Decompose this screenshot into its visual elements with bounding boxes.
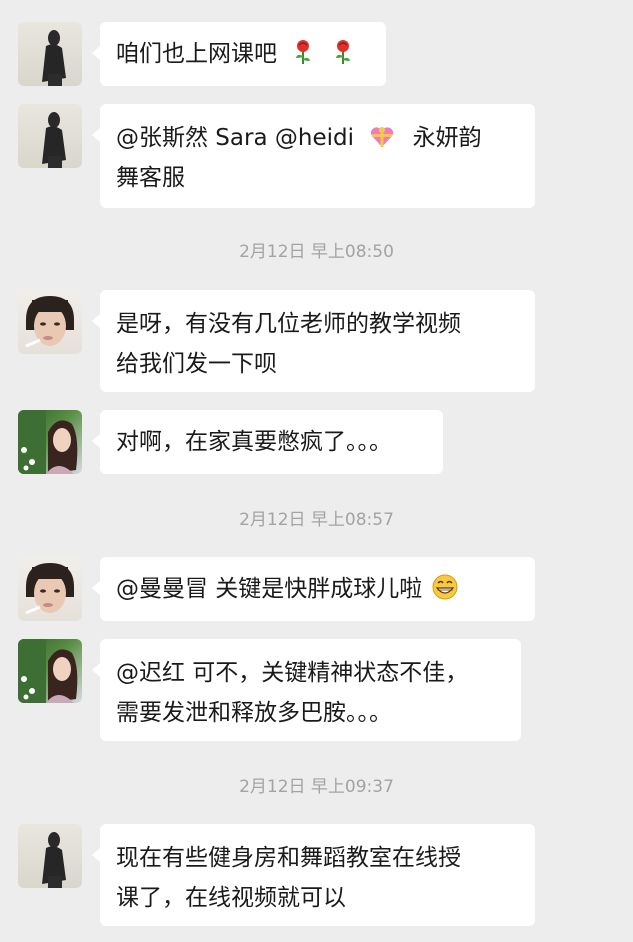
timestamp: 2月12日 早上08:50 [239,242,394,262]
gift-heart-emoji [369,123,395,149]
message-text-line: @张斯然 Sara @heidi [116,125,354,151]
message-bubble[interactable]: @曼曼冒 关键是快胖成球儿啦 [92,557,535,621]
shadow-avatar[interactable] [18,824,82,888]
message-text-line: 是呀，有没有几位老师的教学视频 [116,311,461,337]
message-text: 对啊，在家真要憋疯了。。。 [116,429,392,455]
timestamp: 2月12日 早上08:57 [239,510,394,530]
message-text-tail: 永妍韵 [412,125,482,151]
smoking-woman-avatar[interactable] [18,557,82,621]
garden-woman-avatar[interactable] [18,639,82,703]
smoking-woman-avatar[interactable] [18,290,82,354]
message-text-line: @迟红 可不，关键精神状态不佳， [116,660,469,686]
shadow-avatar[interactable] [18,22,82,86]
message-text-line: 舞客服 [116,165,185,191]
message-text-line: 需要发泄和释放多巴胺。。。 [116,700,392,726]
message-text-line: 课了，在线视频就可以 [116,885,346,911]
message-bubble[interactable]: @张斯然 Sara @heidi 永妍韵 舞客服 [92,104,535,208]
message-text-line: 现在有些健身房和舞蹈教室在线授 [116,845,461,871]
message-bubble[interactable]: 咱们也上网课吧 [92,22,386,86]
message-text: 咱们也上网课吧 [116,41,277,67]
shadow-avatar[interactable] [18,104,82,168]
message-bubble[interactable]: @迟红 可不，关键精神状态不佳， 需要发泄和释放多巴胺。。。 [92,639,521,741]
message-bubble[interactable]: 现在有些健身房和舞蹈教室在线授 课了，在线视频就可以 [92,824,535,926]
rose-emoji [330,39,356,65]
message-text: @曼曼冒 关键是快胖成球儿啦 [116,576,423,602]
garden-woman-avatar[interactable] [18,410,82,474]
grin-emoji [432,574,458,600]
message-bubble[interactable]: 是呀，有没有几位老师的教学视频 给我们发一下呗 [92,290,535,392]
message-text-line: 给我们发一下呗 [116,351,277,377]
rose-emoji [290,39,316,65]
timestamp: 2月12日 早上09:37 [239,777,394,797]
message-bubble[interactable]: 对啊，在家真要憋疯了。。。 [92,410,443,474]
